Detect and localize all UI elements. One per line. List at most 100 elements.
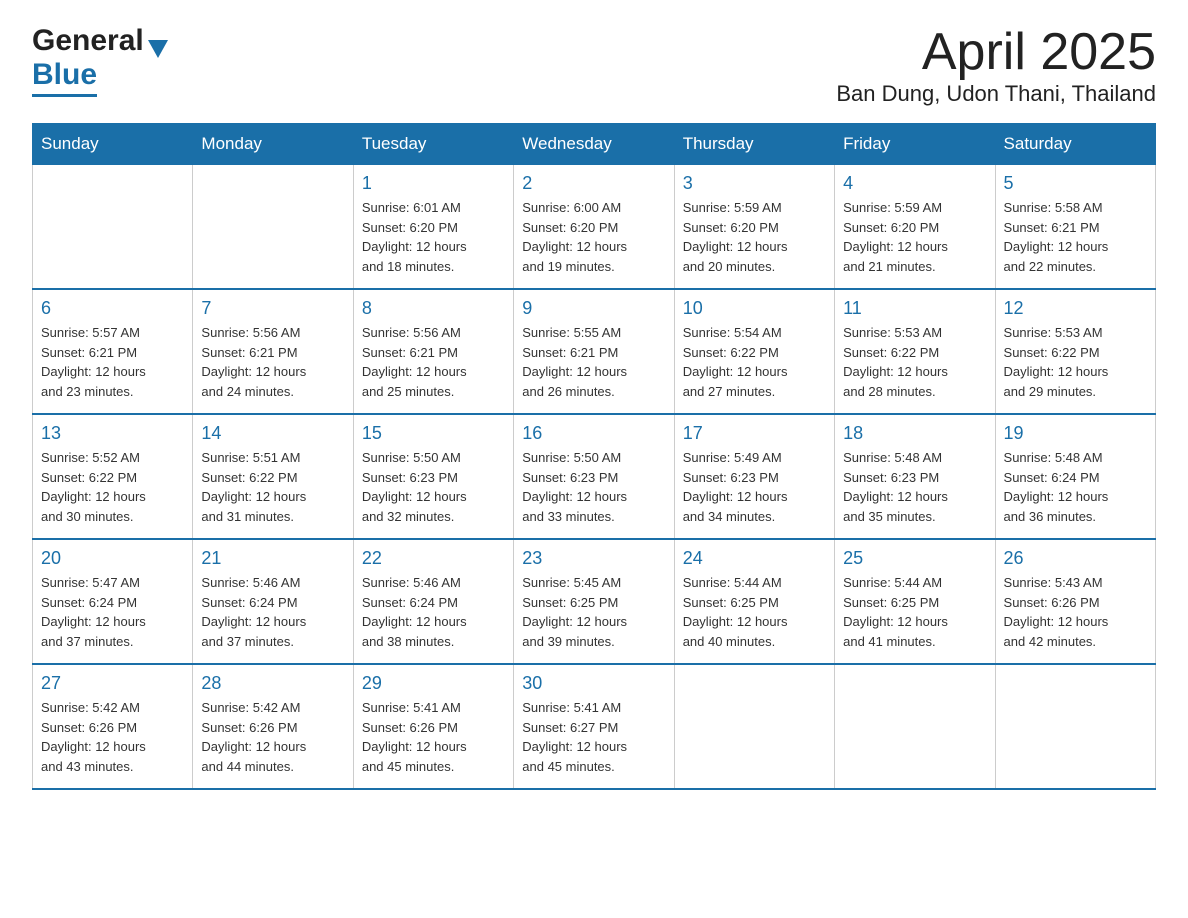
day-number: 1 — [362, 173, 505, 194]
calendar-cell — [995, 664, 1155, 789]
calendar-cell: 13 Sunrise: 5:52 AM Sunset: 6:22 PM Dayli… — [33, 414, 193, 539]
day-info: Sunrise: 5:52 AM Sunset: 6:22 PM Dayligh… — [41, 448, 184, 526]
day-number: 21 — [201, 548, 344, 569]
day-number: 13 — [41, 423, 184, 444]
day-of-week-header: Wednesday — [514, 124, 674, 165]
day-number: 12 — [1004, 298, 1147, 319]
calendar-cell — [33, 165, 193, 290]
day-number: 7 — [201, 298, 344, 319]
day-number: 14 — [201, 423, 344, 444]
calendar-cell — [835, 664, 995, 789]
day-info: Sunrise: 5:59 AM Sunset: 6:20 PM Dayligh… — [843, 198, 986, 276]
day-number: 19 — [1004, 423, 1147, 444]
calendar-cell: 5Sunrise: 5:58 AM Sunset: 6:21 PM Daylig… — [995, 165, 1155, 290]
calendar-cell: 14Sunrise: 5:51 AM Sunset: 6:22 PM Dayli… — [193, 414, 353, 539]
day-info: Sunrise: 5:42 AM Sunset: 6:26 PM Dayligh… — [41, 698, 184, 776]
day-info: Sunrise: 5:50 AM Sunset: 6:23 PM Dayligh… — [522, 448, 665, 526]
calendar-cell: 21 Sunrise: 5:46 AM Sunset: 6:24 PM Dayli… — [193, 539, 353, 664]
day-number: 5 — [1004, 173, 1147, 194]
calendar-week-row: 1 Sunrise: 6:01 AM Sunset: 6:20 PM Daylig… — [33, 165, 1156, 290]
day-number: 29 — [362, 673, 505, 694]
logo-blue-text: Blue — [32, 58, 97, 92]
day-number: 24 — [683, 548, 826, 569]
day-info: Sunrise: 5:59 AM Sunset: 6:20 PM Dayligh… — [683, 198, 826, 276]
day-of-week-header: Thursday — [674, 124, 834, 165]
day-of-week-header: Friday — [835, 124, 995, 165]
calendar-cell: 11 Sunrise: 5:53 AM Sunset: 6:22 PM Dayli… — [835, 289, 995, 414]
calendar-cell: 15Sunrise: 5:50 AM Sunset: 6:23 PM Dayli… — [353, 414, 513, 539]
calendar-cell: 25 Sunrise: 5:44 AM Sunset: 6:25 PM Dayli… — [835, 539, 995, 664]
calendar-cell: 16Sunrise: 5:50 AM Sunset: 6:23 PM Dayli… — [514, 414, 674, 539]
calendar-cell: 20 Sunrise: 5:47 AM Sunset: 6:24 PM Dayli… — [33, 539, 193, 664]
calendar-cell: 29 Sunrise: 5:41 AM Sunset: 6:26 PM Dayli… — [353, 664, 513, 789]
day-info: Sunrise: 5:48 AM Sunset: 6:24 PM Dayligh… — [1004, 448, 1147, 526]
day-info: Sunrise: 6:00 AM Sunset: 6:20 PM Dayligh… — [522, 198, 665, 276]
day-number: 15 — [362, 423, 505, 444]
calendar-cell: 17Sunrise: 5:49 AM Sunset: 6:23 PM Dayli… — [674, 414, 834, 539]
calendar-cell: 6Sunrise: 5:57 AM Sunset: 6:21 PM Daylig… — [33, 289, 193, 414]
day-info: Sunrise: 5:53 AM Sunset: 6:22 PM Dayligh… — [1004, 323, 1147, 401]
day-of-week-header: Monday — [193, 124, 353, 165]
calendar-header-row: SundayMondayTuesdayWednesdayThursdayFrid… — [33, 124, 1156, 165]
day-number: 10 — [683, 298, 826, 319]
day-number: 26 — [1004, 548, 1147, 569]
day-info: Sunrise: 5:45 AM Sunset: 6:25 PM Dayligh… — [522, 573, 665, 651]
day-number: 6 — [41, 298, 184, 319]
day-info: Sunrise: 5:55 AM Sunset: 6:21 PM Dayligh… — [522, 323, 665, 401]
calendar-cell: 3 Sunrise: 5:59 AM Sunset: 6:20 PM Daylig… — [674, 165, 834, 290]
calendar-table: SundayMondayTuesdayWednesdayThursdayFrid… — [32, 123, 1156, 790]
calendar-cell: 26 Sunrise: 5:43 AM Sunset: 6:26 PM Dayli… — [995, 539, 1155, 664]
page-header: General Blue April 2025 Ban Dung, Udon T… — [32, 24, 1156, 107]
calendar-cell: 8Sunrise: 5:56 AM Sunset: 6:21 PM Daylig… — [353, 289, 513, 414]
calendar-week-row: 13 Sunrise: 5:52 AM Sunset: 6:22 PM Dayli… — [33, 414, 1156, 539]
day-info: Sunrise: 5:44 AM Sunset: 6:25 PM Dayligh… — [683, 573, 826, 651]
day-number: 27 — [41, 673, 184, 694]
calendar-cell: 10 Sunrise: 5:54 AM Sunset: 6:22 PM Dayli… — [674, 289, 834, 414]
title-block: April 2025 Ban Dung, Udon Thani, Thailan… — [836, 24, 1156, 107]
day-info: Sunrise: 5:41 AM Sunset: 6:26 PM Dayligh… — [362, 698, 505, 776]
day-number: 3 — [683, 173, 826, 194]
day-number: 9 — [522, 298, 665, 319]
calendar-cell: 9 Sunrise: 5:55 AM Sunset: 6:21 PM Daylig… — [514, 289, 674, 414]
calendar-cell: 24 Sunrise: 5:44 AM Sunset: 6:25 PM Dayli… — [674, 539, 834, 664]
day-info: Sunrise: 5:56 AM Sunset: 6:21 PM Dayligh… — [201, 323, 344, 401]
day-info: Sunrise: 5:44 AM Sunset: 6:25 PM Dayligh… — [843, 573, 986, 651]
calendar-cell: 12 Sunrise: 5:53 AM Sunset: 6:22 PM Dayli… — [995, 289, 1155, 414]
calendar-cell — [674, 664, 834, 789]
day-info: Sunrise: 6:01 AM Sunset: 6:20 PM Dayligh… — [362, 198, 505, 276]
calendar-week-row: 6Sunrise: 5:57 AM Sunset: 6:21 PM Daylig… — [33, 289, 1156, 414]
day-info: Sunrise: 5:53 AM Sunset: 6:22 PM Dayligh… — [843, 323, 986, 401]
day-info: Sunrise: 5:54 AM Sunset: 6:22 PM Dayligh… — [683, 323, 826, 401]
calendar-week-row: 27 Sunrise: 5:42 AM Sunset: 6:26 PM Dayli… — [33, 664, 1156, 789]
day-number: 17 — [683, 423, 826, 444]
day-info: Sunrise: 5:46 AM Sunset: 6:24 PM Dayligh… — [201, 573, 344, 651]
day-info: Sunrise: 5:46 AM Sunset: 6:24 PM Dayligh… — [362, 573, 505, 651]
logo-general-text: General — [32, 24, 144, 58]
calendar-cell: 1 Sunrise: 6:01 AM Sunset: 6:20 PM Daylig… — [353, 165, 513, 290]
page-subtitle: Ban Dung, Udon Thani, Thailand — [836, 81, 1156, 107]
day-info: Sunrise: 5:48 AM Sunset: 6:23 PM Dayligh… — [843, 448, 986, 526]
day-number: 20 — [41, 548, 184, 569]
day-info: Sunrise: 5:41 AM Sunset: 6:27 PM Dayligh… — [522, 698, 665, 776]
day-number: 8 — [362, 298, 505, 319]
calendar-cell — [193, 165, 353, 290]
calendar-cell: 27 Sunrise: 5:42 AM Sunset: 6:26 PM Dayli… — [33, 664, 193, 789]
day-of-week-header: Sunday — [33, 124, 193, 165]
day-number: 4 — [843, 173, 986, 194]
day-number: 2 — [522, 173, 665, 194]
calendar-cell: 18 Sunrise: 5:48 AM Sunset: 6:23 PM Dayli… — [835, 414, 995, 539]
calendar-cell: 19 Sunrise: 5:48 AM Sunset: 6:24 PM Dayli… — [995, 414, 1155, 539]
calendar-cell: 28Sunrise: 5:42 AM Sunset: 6:26 PM Dayli… — [193, 664, 353, 789]
day-number: 11 — [843, 298, 986, 319]
day-number: 18 — [843, 423, 986, 444]
day-info: Sunrise: 5:43 AM Sunset: 6:26 PM Dayligh… — [1004, 573, 1147, 651]
logo-triangle-icon — [148, 40, 168, 58]
calendar-cell: 4 Sunrise: 5:59 AM Sunset: 6:20 PM Daylig… — [835, 165, 995, 290]
calendar-week-row: 20 Sunrise: 5:47 AM Sunset: 6:24 PM Dayli… — [33, 539, 1156, 664]
calendar-cell: 22Sunrise: 5:46 AM Sunset: 6:24 PM Dayli… — [353, 539, 513, 664]
day-info: Sunrise: 5:47 AM Sunset: 6:24 PM Dayligh… — [41, 573, 184, 651]
day-of-week-header: Saturday — [995, 124, 1155, 165]
calendar-cell: 2 Sunrise: 6:00 AM Sunset: 6:20 PM Daylig… — [514, 165, 674, 290]
day-number: 25 — [843, 548, 986, 569]
logo: General Blue — [32, 24, 168, 97]
